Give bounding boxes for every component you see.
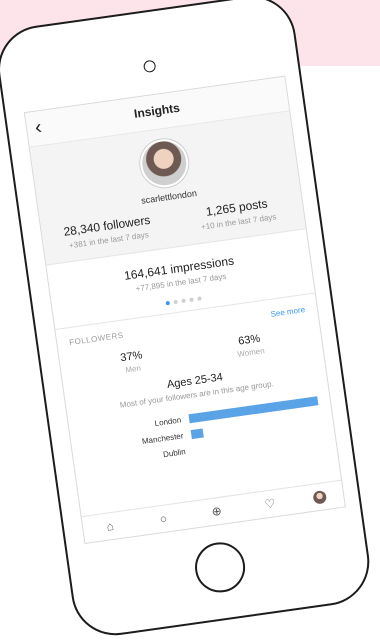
front-camera — [142, 59, 157, 74]
section-label: FOLLOWERS — [68, 330, 125, 348]
city-bar — [190, 428, 204, 439]
city-bar — [192, 445, 195, 455]
page-dot — [165, 300, 171, 306]
add-post-icon[interactable]: ⊕ — [206, 503, 228, 520]
page-dot — [197, 296, 202, 301]
home-button[interactable] — [191, 539, 249, 596]
gender-women: 63% Women — [199, 327, 301, 364]
page-dot — [173, 299, 178, 305]
phone-screen: ‹ Insights scarlettlondon 28,340 followe… — [23, 75, 346, 545]
bottom-navigation: ⌂ ○ ⊕ ♡ — [81, 479, 345, 543]
avatar[interactable] — [137, 136, 192, 191]
followers-stat: 28,340 followers +381 in the last 7 days — [51, 211, 164, 253]
page-dot — [181, 298, 186, 304]
see-more-link[interactable]: See more — [270, 305, 306, 319]
phone-illustration: ‹ Insights scarlettlondon 28,340 followe… — [0, 0, 375, 641]
phone-frame: ‹ Insights scarlettlondon 28,340 followe… — [0, 0, 375, 641]
heart-icon[interactable]: ♡ — [259, 496, 281, 513]
posts-stat: 1,265 posts +10 in the last 7 days — [181, 193, 294, 235]
page-dot — [189, 297, 194, 303]
gender-men: 37% Men — [81, 344, 183, 381]
search-icon[interactable]: ○ — [153, 510, 175, 527]
profile-avatar-icon[interactable] — [312, 489, 328, 505]
home-icon[interactable]: ⌂ — [99, 518, 121, 535]
